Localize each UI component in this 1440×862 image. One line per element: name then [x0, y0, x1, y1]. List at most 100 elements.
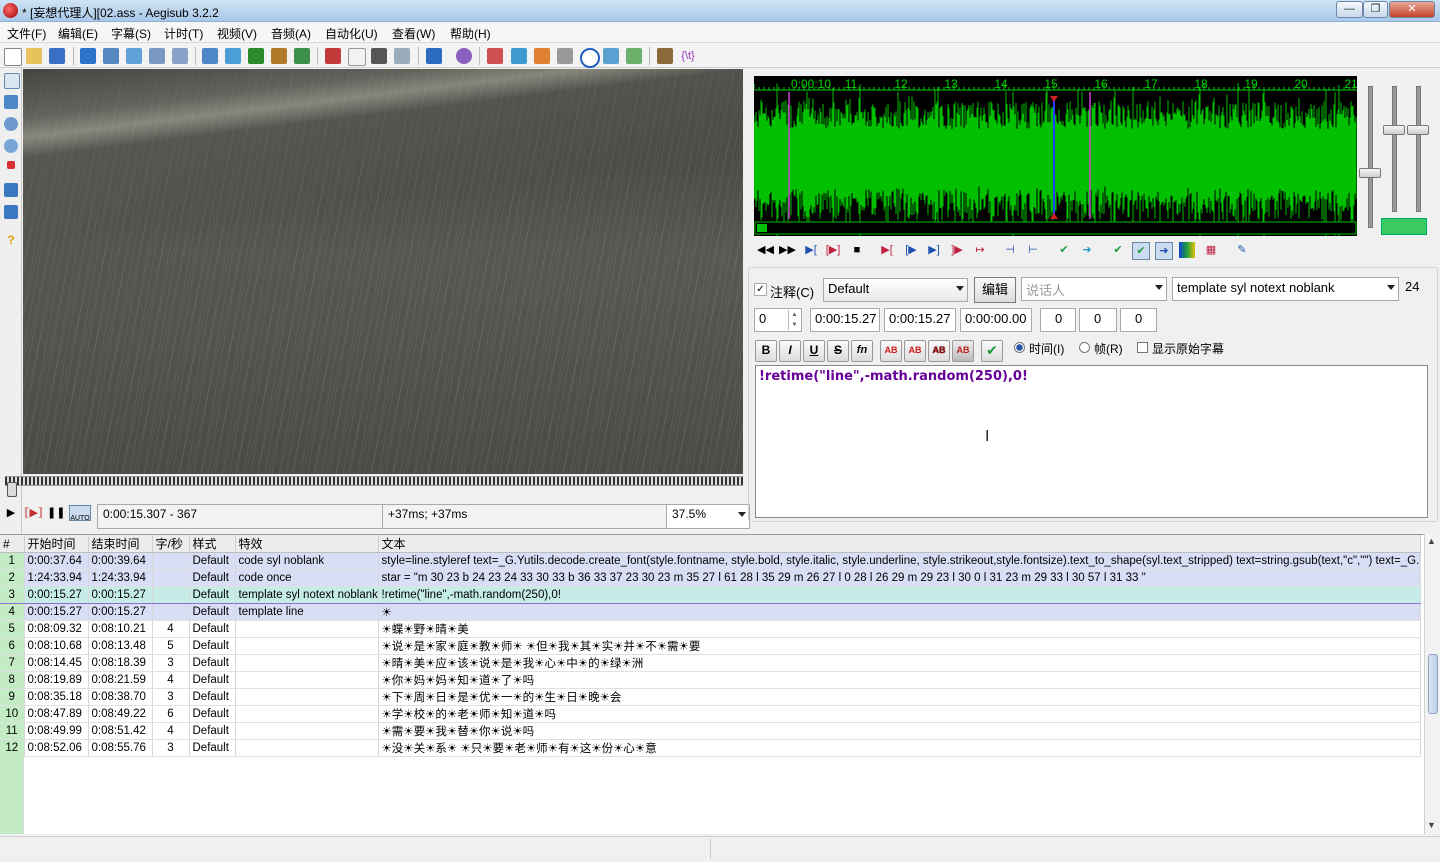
audio-link-toggle[interactable]: [1381, 218, 1427, 235]
frame-radio[interactable]: [1079, 342, 1090, 353]
header-number[interactable]: #: [0, 535, 25, 553]
play-before-start-icon[interactable]: ▶[: [879, 242, 895, 258]
menu-audio[interactable]: 音频(A): [271, 25, 311, 42]
video-details-icon[interactable]: [271, 48, 287, 64]
header-effect[interactable]: 特效: [235, 535, 379, 553]
table-row[interactable]: 10 0:08:47.89 0:08:49.22 6 Default ☀学☀校☀的☀老☀师…: [0, 705, 1421, 723]
table-row[interactable]: 5 0:08:09.32 0:08:10.21 4 Default ☀蝶☀野☀晴☀美: [0, 620, 1421, 638]
auto-commit-icon[interactable]: ✔: [1110, 242, 1126, 258]
kanji-timer-icon[interactable]: [456, 48, 472, 64]
previous-line-icon[interactable]: ◀◀: [757, 242, 774, 258]
commit-icon[interactable]: ✔: [1056, 242, 1072, 258]
open-file-icon[interactable]: [26, 48, 42, 64]
stop-icon[interactable]: [557, 48, 573, 64]
check-icon[interactable]: [626, 48, 642, 64]
clock-icon[interactable]: [580, 48, 600, 68]
save-file-icon[interactable]: [49, 48, 65, 64]
scale-tool-icon[interactable]: [7, 161, 15, 169]
maximize-button[interactable]: ❐: [1363, 1, 1388, 18]
menu-file[interactable]: 文件(F): [7, 25, 46, 42]
play-selection-icon[interactable]: ▶[: [803, 242, 819, 258]
attachments-icon[interactable]: [202, 48, 218, 64]
find-next-icon[interactable]: [149, 48, 165, 64]
lead-out-icon[interactable]: ⊢: [1025, 242, 1041, 258]
spectrum-mode-icon[interactable]: [1179, 242, 1195, 258]
audio-volume-slider[interactable]: [1392, 86, 1397, 212]
commit-check-icon[interactable]: ✔: [981, 340, 1003, 362]
minimize-button[interactable]: —: [1336, 1, 1363, 18]
style-select[interactable]: Default: [823, 278, 968, 302]
pause-icon[interactable]: ❚❚: [47, 505, 65, 521]
table-row[interactable]: 1 0:00:37.64 0:00:39.64 Default code syl nob…: [0, 552, 1421, 570]
new-file-icon[interactable]: [4, 48, 22, 66]
styles-manager-icon[interactable]: [325, 48, 341, 64]
header-start[interactable]: 开始时间: [24, 535, 89, 553]
font-face-button[interactable]: fn: [851, 340, 873, 362]
video-zoom-select[interactable]: 37.5%: [666, 504, 750, 529]
margin-right-field[interactable]: 0: [1079, 308, 1117, 332]
subtitle-text-editor[interactable]: !retime("line",-math.random(250),0! I: [755, 365, 1428, 518]
primary-color-button[interactable]: AB: [880, 340, 902, 362]
menu-timing[interactable]: 计时(T): [164, 25, 203, 42]
play-icon[interactable]: ▶: [2, 505, 20, 521]
menu-help[interactable]: 帮助(H): [450, 25, 491, 42]
auto-scroll-audio-icon[interactable]: ➜: [1155, 242, 1173, 260]
bold-button[interactable]: B: [755, 340, 777, 362]
table-row[interactable]: 11 0:08:49.99 0:08:51.42 4 Default ☀需☀要☀我☀替☀你…: [0, 722, 1421, 740]
title-bar[interactable]: * [妄想代理人][02.ass - Aegisub 3.2.2 — ❐ ✕: [0, 0, 1440, 22]
table-row[interactable]: 2 1:24:33.94 1:24:33.94 Default code once sta…: [0, 569, 1421, 587]
lead-in-icon[interactable]: ⊣: [1002, 242, 1018, 258]
close-button[interactable]: ✕: [1389, 1, 1435, 18]
outline-color-button[interactable]: AB: [928, 340, 950, 362]
rotate-xy-icon[interactable]: [4, 139, 18, 153]
audio-vertical-zoom-slider[interactable]: [1416, 86, 1421, 212]
vector-clip-icon[interactable]: [4, 205, 18, 219]
stop-audio-icon[interactable]: ■: [849, 242, 865, 258]
table-row[interactable]: 8 0:08:19.89 0:08:21.59 4 Default ☀你☀妈☀妈☀知☀道☀…: [0, 671, 1421, 689]
duration-field[interactable]: 0:00:00.00: [960, 308, 1032, 332]
layer-spinner[interactable]: 0 ▲ ▼: [754, 308, 802, 332]
next-line-icon[interactable]: ▶▶: [779, 242, 796, 258]
video-time-frame-field[interactable]: 0:00:15.307 - 367: [97, 504, 389, 529]
timing-postprocessor-icon[interactable]: [426, 48, 442, 64]
spell-checker-icon[interactable]: [487, 48, 503, 64]
audio-vertical-zoom-thumb[interactable]: [1407, 125, 1429, 135]
table-row[interactable]: 7 0:08:14.45 0:08:18.39 3 Default ☀晴☀美☀应☀该☀说☀…: [0, 654, 1421, 672]
karaoke-icon[interactable]: ▦: [1203, 242, 1219, 258]
show-original-checkbox[interactable]: [1137, 342, 1148, 353]
play-current-line-icon[interactable]: [▶]: [825, 242, 841, 258]
grid-scroll-thumb[interactable]: [1428, 654, 1438, 714]
scroll-down-icon[interactable]: ▼: [1427, 820, 1436, 830]
comment-checkbox[interactable]: ✓: [754, 283, 767, 296]
video-seek-thumb[interactable]: [7, 482, 17, 497]
resample-icon[interactable]: [248, 48, 264, 64]
menu-subtitle[interactable]: 字幕(S): [111, 25, 151, 42]
effect-select[interactable]: template syl notext noblank: [1172, 277, 1399, 301]
italic-button[interactable]: I: [779, 340, 801, 362]
aegisub-app-icon[interactable]: [3, 3, 18, 18]
video-display[interactable]: [23, 69, 743, 474]
end-time-field[interactable]: 0:00:15.27: [884, 308, 956, 332]
header-text[interactable]: 文本: [378, 535, 1421, 553]
drag-tool-icon[interactable]: [4, 95, 18, 109]
spinner-arrows-icon[interactable]: ▲ ▼: [788, 310, 800, 330]
subtitles-options-icon[interactable]: [603, 48, 619, 64]
audio-display[interactable]: 0:00:10 11 12 13 14 15 16 17 18 19 20 21: [754, 76, 1357, 236]
grid-scrollbar[interactable]: ▲ ▼: [1424, 534, 1440, 834]
options-tools-icon[interactable]: [657, 48, 673, 64]
secondary-color-button[interactable]: AB: [904, 340, 926, 362]
tags-icon[interactable]: {\t}: [680, 48, 696, 64]
go-to-icon[interactable]: ➜: [1079, 242, 1095, 258]
scroll-up-icon[interactable]: ▲: [1427, 536, 1436, 546]
translation-assistant-icon[interactable]: [371, 48, 387, 64]
find-icon[interactable]: [103, 48, 119, 64]
clip-tool-icon[interactable]: [4, 183, 18, 197]
shadow-color-button[interactable]: AB: [952, 340, 974, 362]
jump-to-icon[interactable]: [80, 48, 96, 64]
resample-resolution-icon[interactable]: [394, 48, 410, 64]
audio-zoom-thumb[interactable]: [1359, 168, 1381, 178]
video-seek-bar[interactable]: [5, 476, 743, 486]
auto-next-icon[interactable]: ✔: [1132, 242, 1150, 260]
standard-tool-icon[interactable]: [4, 73, 20, 89]
automation-icon[interactable]: [511, 48, 527, 64]
